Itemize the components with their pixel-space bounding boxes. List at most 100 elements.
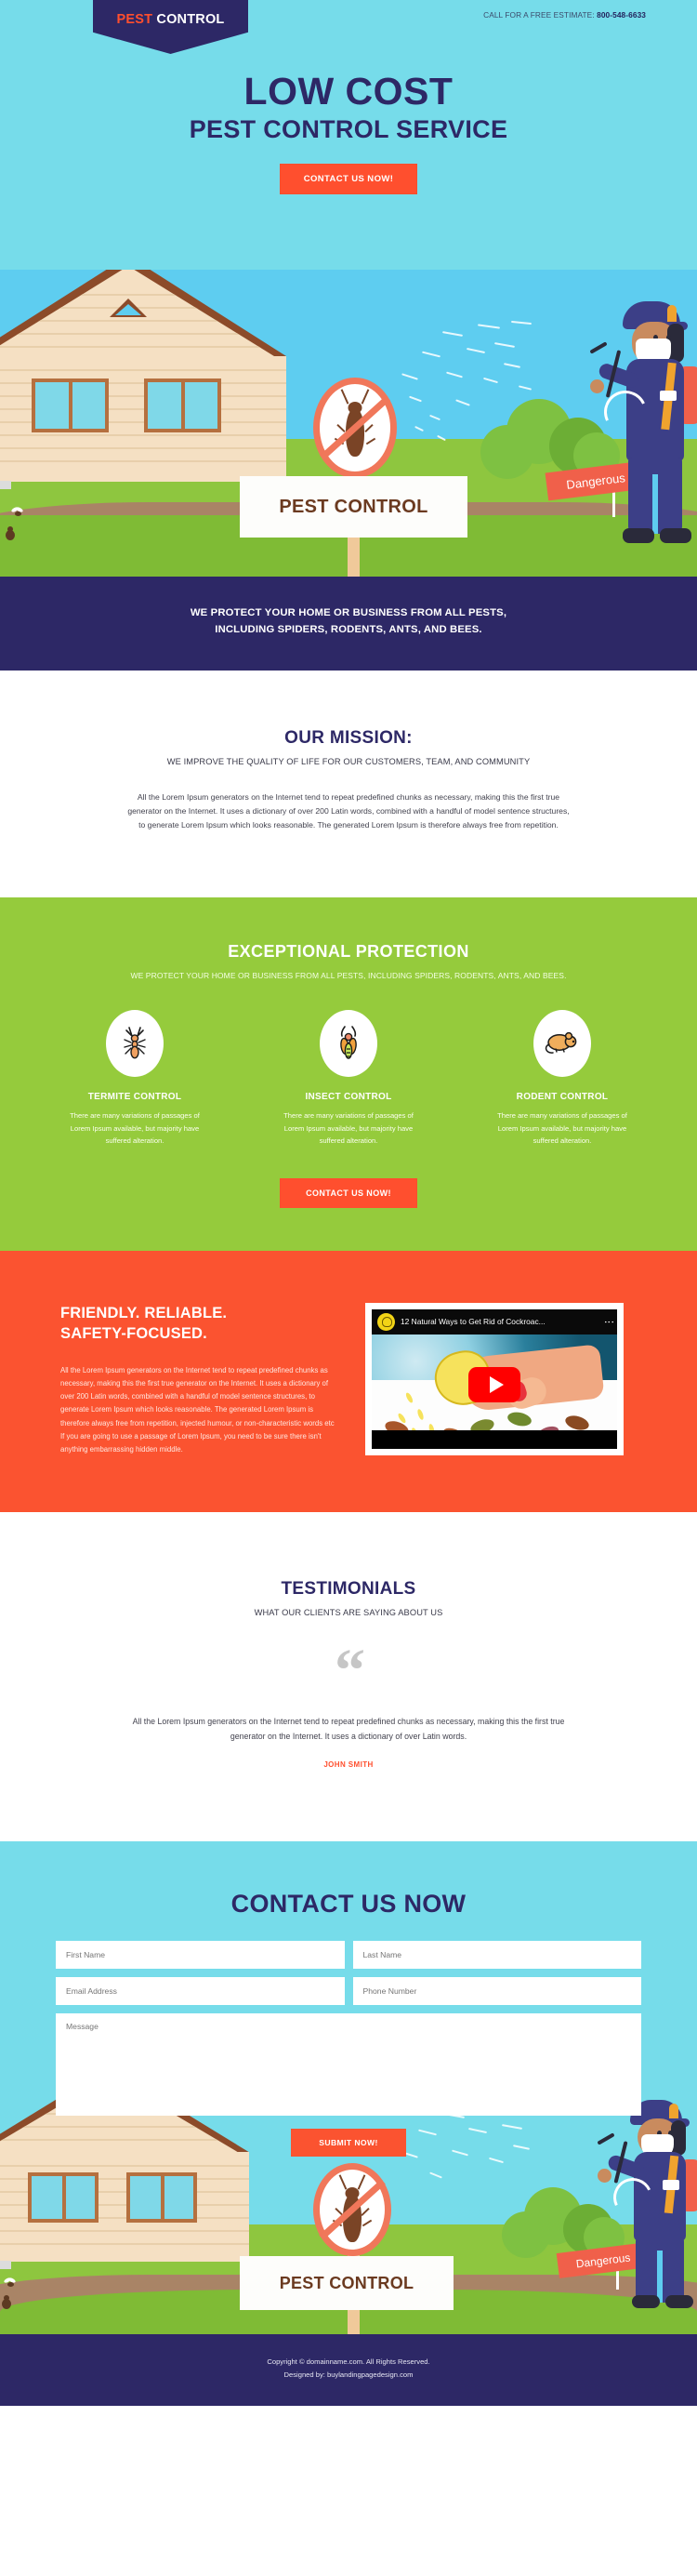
- contact-fly-pest: [3, 2277, 17, 2290]
- testimonials-section: TESTIMONIALS WHAT OUR CLIENTS ARE SAYING…: [0, 1512, 697, 1842]
- service-card-title: RODENT CONTROL: [516, 1092, 609, 1103]
- protection-cta-button[interactable]: CONTACT US NOW!: [280, 1177, 417, 1208]
- footer-designed-by: Designed by: buylandingpagedesign.com: [283, 2370, 414, 2380]
- features-inner: FRIENDLY. RELIABLE. SAFETY-FOCUSED. All …: [60, 1302, 637, 1457]
- first-name-input[interactable]: [56, 1941, 345, 1970]
- fly-pest: [10, 506, 24, 519]
- house: [0, 270, 286, 489]
- hero-cta-button[interactable]: CONTACT US NOW!: [279, 163, 418, 194]
- hero-section: PEST CONTROL CALL FOR A FREE ESTIMATE: 8…: [0, 0, 697, 577]
- features-body-text: All the Lorem Ipsum generators on the In…: [60, 1365, 335, 1454]
- protection-banner: WE PROTECT YOUR HOME OR BUSINESS FROM AL…: [0, 577, 697, 671]
- testimonials-subheading: WHAT OUR CLIENTS ARE SAYING ABOUT US: [254, 1608, 443, 1618]
- testimonial-quote: All the Lorem Ipsum generators on the In…: [132, 1716, 565, 1742]
- worker-hand: [590, 379, 604, 393]
- phone-input[interactable]: [352, 1977, 641, 2006]
- house-window-right: [144, 378, 221, 432]
- features-video-column: 12 Natural Ways to Get Rid of Cockroac..…: [365, 1302, 637, 1455]
- service-card[interactable]: RODENT CONTROL There are many variations…: [476, 1010, 649, 1146]
- logo-text: PEST CONTROL: [117, 12, 225, 27]
- worker-boot-right: [660, 528, 691, 543]
- mission-body-text: All the Lorem Ipsum generators on the In…: [127, 791, 570, 830]
- protection-section: EXCEPTIONAL PROTECTION WE PROTECT YOUR H…: [0, 897, 697, 1251]
- contact-form-row: [56, 1977, 641, 2006]
- ant-icon: [106, 1010, 164, 1078]
- logo-control-word: CONTROL: [152, 12, 225, 27]
- pest-control-sign-label: PEST CONTROL: [279, 496, 428, 517]
- phone-number[interactable]: 800-548-6633: [597, 10, 646, 20]
- hero-subheadline: PEST CONTROL SERVICE: [189, 114, 508, 143]
- protection-banner-text: WE PROTECT YOUR HOME OR BUSINESS FROM AL…: [0, 604, 697, 639]
- protection-cards: TERMITE CONTROL There are many variation…: [0, 1010, 697, 1146]
- testimonials-heading: TESTIMONIALS: [281, 1579, 416, 1600]
- features-heading: FRIENDLY. RELIABLE. SAFETY-FOCUSED.: [60, 1303, 339, 1344]
- worker-boot-left: [623, 528, 654, 543]
- hero-headline: LOW COST: [243, 70, 454, 113]
- message-textarea[interactable]: [56, 2013, 641, 2117]
- house-step: [0, 481, 11, 489]
- video-channel-icon: [377, 1312, 395, 1331]
- last-name-input[interactable]: [352, 1941, 641, 1970]
- house-window-left: [32, 378, 109, 432]
- mission-section: OUR MISSION: WE IMPROVE THE QUALITY OF L…: [0, 670, 697, 898]
- page-footer: Copyright © domainname.com. All Rights R…: [0, 2334, 697, 2407]
- contact-pest-control-sign: PEST CONTROL: [240, 2256, 454, 2311]
- logo-badge[interactable]: PEST CONTROL: [93, 0, 248, 54]
- hero-title-block: LOW COST PEST CONTROL SERVICE CONTACT US…: [0, 70, 697, 194]
- hero-illustration: Dangerous PEST CONTROL: [0, 270, 697, 577]
- email-input[interactable]: [56, 1977, 345, 2006]
- footer-copyright: Copyright © domainname.com. All Rights R…: [267, 2357, 430, 2367]
- spray-wand-tip: [589, 341, 608, 354]
- submit-row: SUBMIT NOW!: [56, 2116, 641, 2158]
- no-pest-icon: [313, 378, 397, 478]
- pest-control-sign: PEST CONTROL: [240, 476, 467, 538]
- contact-heading: CONTACT US NOW: [230, 1890, 467, 1919]
- insect-icon: [320, 1010, 377, 1078]
- service-card[interactable]: TERMITE CONTROL There are many variation…: [48, 1010, 221, 1146]
- video-title-bar: 12 Natural Ways to Get Rid of Cockroac..…: [372, 1308, 617, 1334]
- contact-sign-label: PEST CONTROL: [279, 2273, 414, 2292]
- protection-banner-line1: WE PROTECT YOUR HOME OR BUSINESS FROM AL…: [190, 607, 507, 618]
- service-card-text: There are many variations of passages of…: [283, 1111, 414, 1145]
- video-play-button[interactable]: [468, 1366, 520, 1402]
- worker-badge: [660, 391, 677, 401]
- video-bottom-bar: [372, 1429, 617, 1449]
- service-card-text: There are many variations of passages of…: [497, 1111, 627, 1145]
- contact-house-wall: [0, 2152, 249, 2270]
- protection-banner-line2: INCLUDING SPIDERS, RODENTS, ANTS, AND BE…: [215, 624, 482, 636]
- submit-button[interactable]: SUBMIT NOW!: [291, 2129, 406, 2158]
- video-frame[interactable]: 12 Natural Ways to Get Rid of Cockroac..…: [365, 1302, 624, 1455]
- video-thumbnail[interactable]: 12 Natural Ways to Get Rid of Cockroac..…: [372, 1308, 617, 1449]
- contact-form-row: [56, 1941, 641, 1970]
- contact-house-step: [0, 2261, 11, 2270]
- contact-ant-pest: [0, 2293, 13, 2310]
- features-heading-line2: SAFETY-FOCUSED.: [60, 1324, 207, 1342]
- footer-text: Copyright © domainname.com. All Rights R…: [0, 2356, 697, 2382]
- pest-control-worker: [584, 301, 697, 562]
- features-section: FRIENDLY. RELIABLE. SAFETY-FOCUSED. All …: [0, 1250, 697, 1513]
- contact-form: SUBMIT NOW!: [56, 1941, 641, 2158]
- ant-pest: [4, 524, 17, 541]
- service-card-title: INSECT CONTROL: [305, 1092, 392, 1103]
- contact-house-window-right: [126, 2172, 197, 2224]
- protection-heading: EXCEPTIONAL PROTECTION: [228, 942, 469, 962]
- service-card-text: There are many variations of passages of…: [70, 1111, 200, 1145]
- video-title: 12 Natural Ways to Get Rid of Cockroac..…: [401, 1317, 546, 1327]
- house-wall: [0, 356, 286, 489]
- landing-page: PEST CONTROL CALL FOR A FREE ESTIMATE: 8…: [0, 0, 697, 2407]
- mouse-icon: [533, 1010, 591, 1078]
- quote-icon: “: [335, 1637, 365, 1706]
- logo-pest-word: PEST: [116, 12, 153, 27]
- service-card[interactable]: INSECT CONTROL There are many variations…: [262, 1010, 435, 1146]
- house-roof: [0, 270, 286, 356]
- call-for-estimate[interactable]: CALL FOR A FREE ESTIMATE: 800-548-6633: [483, 10, 646, 20]
- video-menu-icon[interactable]: ⋮: [603, 1317, 614, 1327]
- contact-content: CONTACT US NOW SUBMIT NOW!: [0, 1841, 697, 2158]
- features-heading-line1: FRIENDLY. RELIABLE.: [60, 1304, 228, 1321]
- protection-subheading: WE PROTECT YOUR HOME OR BUSINESS FROM AL…: [130, 971, 567, 981]
- mission-heading: OUR MISSION:: [284, 727, 413, 748]
- testimonial-author: JOHN SMITH: [323, 1760, 374, 1770]
- contact-section: Dangerous PEST CONTROL CONTACT US NOW Fi…: [0, 1841, 697, 2335]
- service-card-title: TERMITE CONTROL: [87, 1092, 182, 1103]
- call-label: CALL FOR A FREE ESTIMATE:: [483, 10, 598, 20]
